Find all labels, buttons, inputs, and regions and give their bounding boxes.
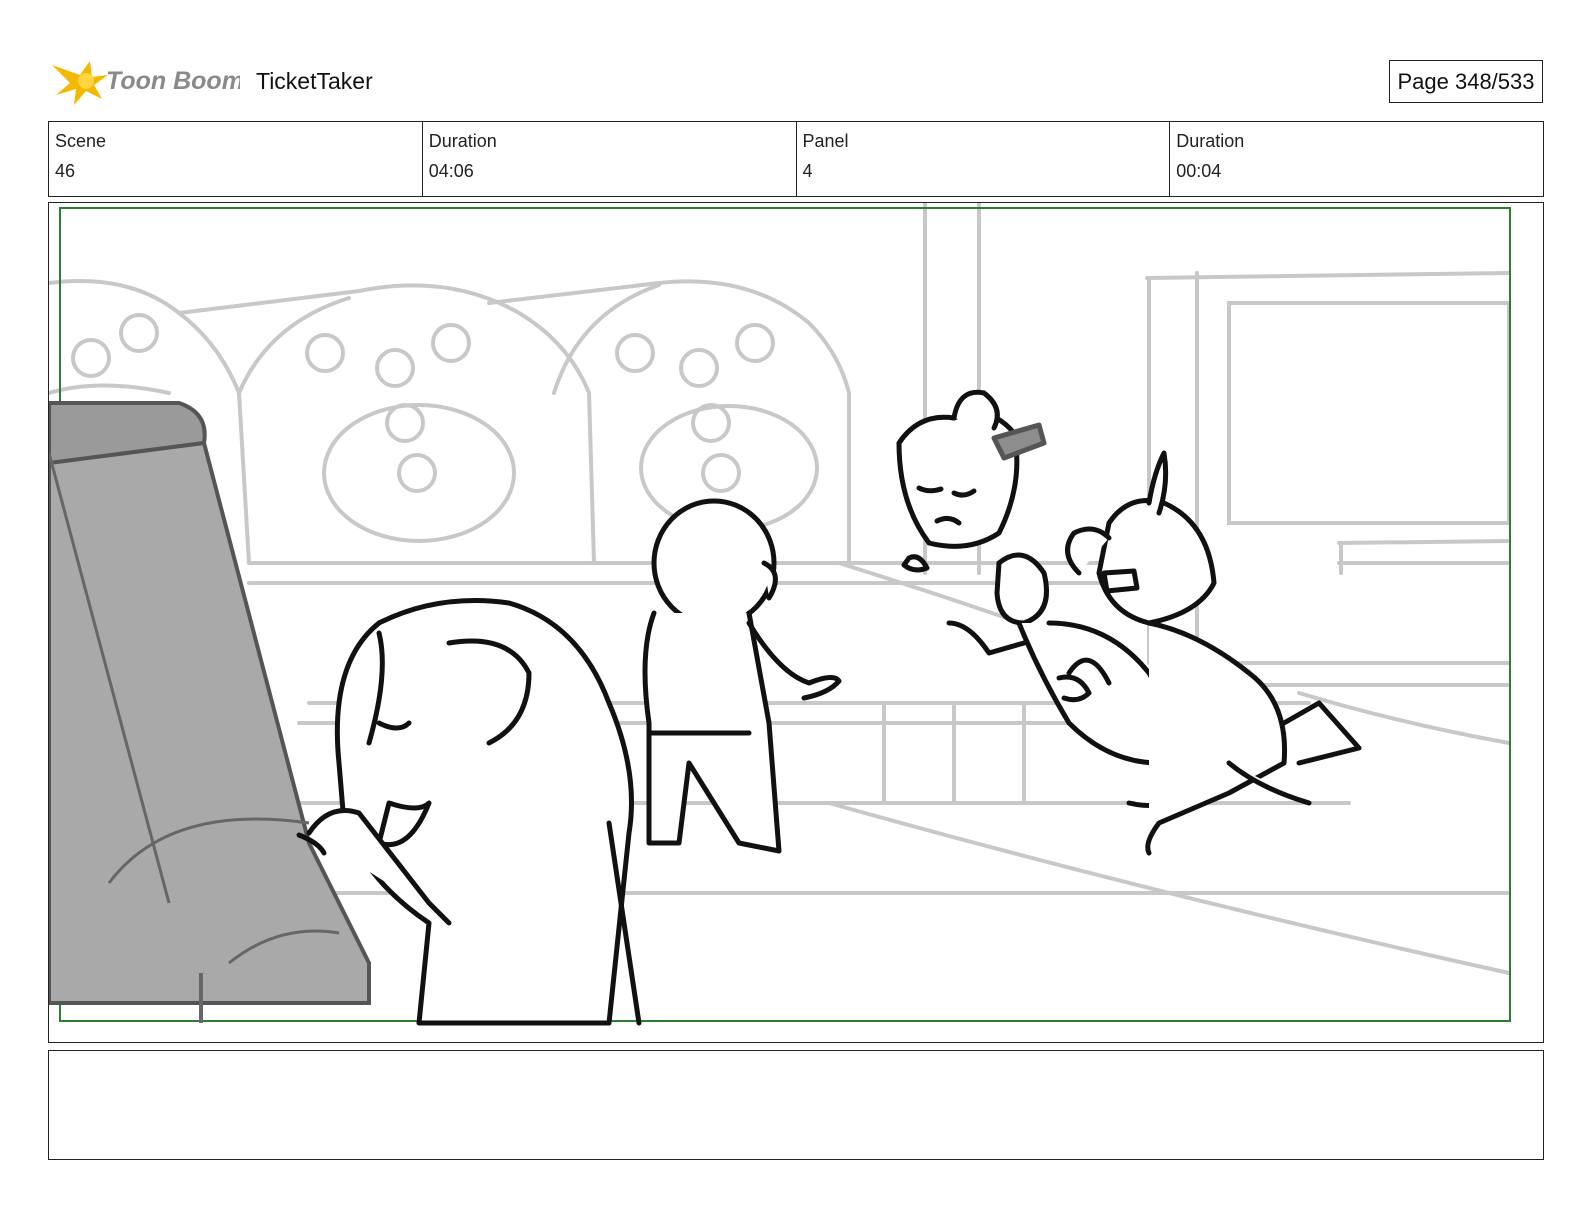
scene-duration-label: Duration (428, 131, 497, 151)
panel-duration-label: Duration (1176, 131, 1245, 151)
page-indicator: Page 348/533 (1389, 60, 1543, 103)
panel-cell: Panel 4 (797, 122, 1171, 196)
panel-duration-value: 00:04 (1176, 161, 1222, 181)
scene-value: 46 (55, 161, 76, 181)
panel-duration-cell: Duration 00:04 (1170, 122, 1543, 196)
scene-cell: Scene 46 (49, 122, 423, 196)
scene-info-bar: Scene 46 Duration 04:06 Panel 4 Duration… (48, 121, 1544, 197)
panel-sketch (49, 203, 1511, 1026)
middle-kid (642, 498, 842, 854)
project-title: TicketTaker (256, 68, 373, 94)
panel-label: Panel (802, 131, 849, 151)
logo-wordmark: Toon Boom (106, 67, 240, 95)
star-logo-icon: Toon Boom (52, 61, 244, 105)
scene-label: Scene (55, 131, 107, 151)
toon-boom-logo: Toon Boom (50, 55, 244, 107)
right-kids-group (896, 389, 1362, 856)
scene-duration-cell: Duration 04:06 (423, 122, 797, 196)
panel-value: 4 (802, 161, 813, 181)
storyboard-panel (48, 202, 1544, 1043)
panel-notes (48, 1050, 1544, 1160)
ball-return-seat (49, 401, 371, 1023)
scene-duration-value: 04:06 (428, 161, 474, 181)
